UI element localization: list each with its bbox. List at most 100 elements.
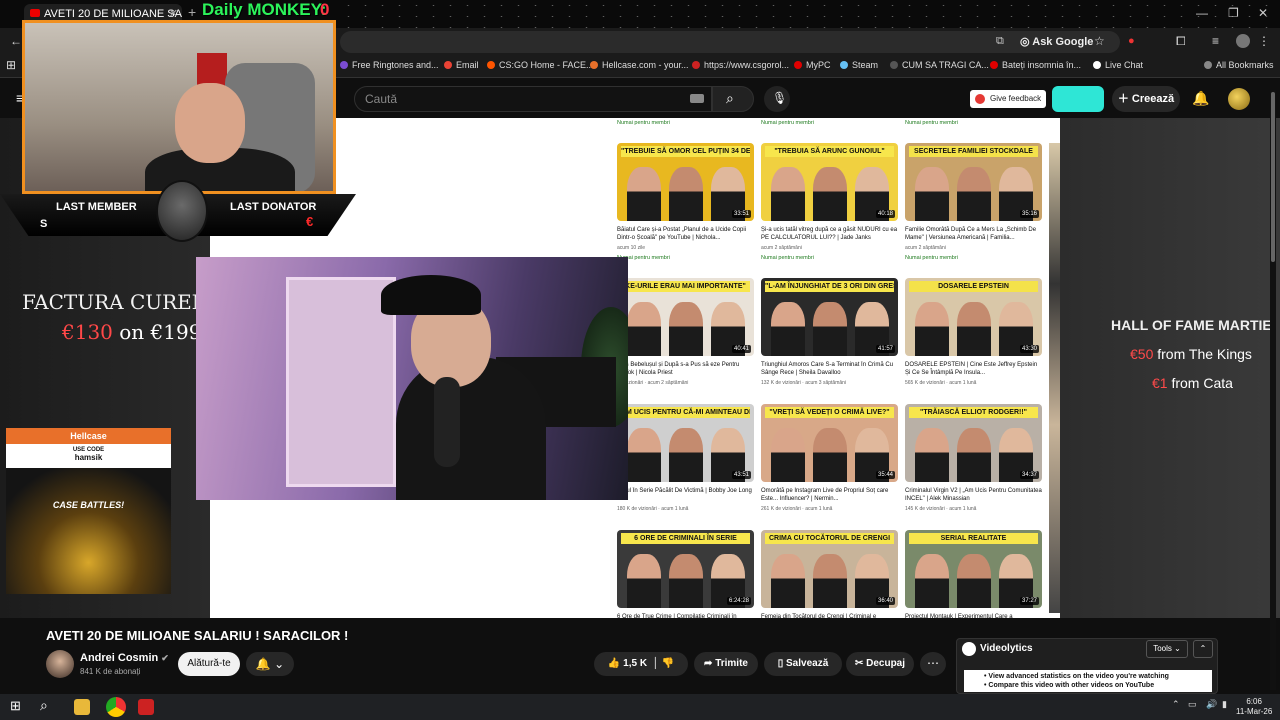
profile-avatar[interactable] (1236, 34, 1250, 48)
battery-icon[interactable]: ▮ (1222, 699, 1227, 710)
bookmark-star-icon[interactable]: ☆ (1094, 34, 1105, 48)
subscribed-bell-button[interactable]: 🔔 ⌄ (246, 652, 294, 676)
video-thumbnail[interactable]: "TREBUIE SĂ OMOR CEL PUȚIN 34 DE COPII" 3… (617, 143, 754, 221)
bookmark-item[interactable]: CUM SA TRAGI CA... (890, 60, 989, 70)
videolytics-tools-dropdown[interactable]: Tools ⌄ (1146, 640, 1188, 658)
video-title-link[interactable]: Ucis Bebelușul și După s-a Pus să eze Pe… (617, 361, 754, 377)
bookmark-item[interactable]: Email (444, 60, 479, 70)
video-card[interactable]: KE-URILE ERAU MAI IMPORTANTE" 40:41 Ucis B… (617, 278, 754, 386)
daily-monkey-value: 0 (320, 0, 330, 19)
menu-lines-icon[interactable]: ≡ (1212, 34, 1219, 48)
video-thumbnail[interactable]: DOSARELE EPSTEIN 43:30 (905, 278, 1042, 356)
video-title-link[interactable]: Proiectul Montauk | Experimentul Care a (905, 613, 1042, 629)
videolytics-feature-1: • View advanced statistics on the video … (984, 673, 1169, 680)
bookmark-item[interactable]: Hellcase.com - your... (590, 60, 689, 70)
bookmark-item[interactable]: Free Ringtones and... (340, 60, 439, 70)
taskbar-search-icon[interactable]: ⌕ (40, 697, 48, 714)
volume-icon[interactable]: 🔊 (1206, 699, 1217, 710)
video-card[interactable]: DOSARELE EPSTEIN 43:30 DOSARELE EPSTEIN | … (905, 278, 1042, 386)
bookmark-item[interactable]: Live Chat (1093, 60, 1143, 70)
bookmark-item[interactable]: Bateți insomnia în... (990, 60, 1081, 70)
close-window-icon[interactable]: ✕ (1258, 6, 1268, 20)
video-title-link[interactable]: Și-a ucis tatăl vitreg după ce a găsit N… (761, 226, 898, 242)
video-card[interactable]: 6 ORE DE CRIMINALI ÎN SERIE 6:24:28 6 Ore … (617, 530, 754, 632)
video-card[interactable]: SECRETELE FAMILIEI STOCKDALE 35:16 Familie… (905, 143, 1042, 251)
video-title-link[interactable]: Criminalul Virgin V2 | „Am Ucis Pentru C… (905, 487, 1042, 503)
video-thumbnail[interactable]: SERIAL REALITATE 37:27 (905, 530, 1042, 608)
create-button[interactable]: ＋ Creează (1112, 86, 1180, 112)
video-card[interactable]: "VREȚI SĂ VEDEȚI O CRIMĂ LIVE?" 35:44 Omor… (761, 404, 898, 512)
scrollbar-thumb[interactable] (1271, 92, 1275, 262)
video-thumbnail[interactable]: KE-URILE ERAU MAI IMPORTANTE" 40:41 (617, 278, 754, 356)
taskbar-clock[interactable]: 6:06 11-Mar-26 (1236, 697, 1272, 717)
hof-amount-2: €1 (1152, 375, 1168, 391)
bookmark-item[interactable]: https://www.csgorol... (692, 60, 789, 70)
give-feedback-button[interactable]: Give feedback (970, 90, 1046, 108)
video-meta: acum 2 săptămâni (905, 245, 946, 251)
video-card[interactable]: "TREBUIA SĂ ARUNC GUNOIUL" 40:18 Și-a ucis… (761, 143, 898, 251)
video-card[interactable]: "TREBUIE SĂ OMOR CEL PUȚIN 34 DE COPII" 3… (617, 143, 754, 251)
ask-google-button[interactable]: ◎ Ask Google (1020, 35, 1093, 48)
video-thumbnail[interactable]: "TREBUIA SĂ ARUNC GUNOIUL" 40:18 (761, 143, 898, 221)
cast-icon[interactable]: ⧉ (996, 35, 1004, 48)
kebab-menu-icon[interactable]: ⋮ (1258, 34, 1270, 48)
videolytics-header-button[interactable] (1052, 86, 1104, 112)
video-card[interactable]: "L-AM ÎNJUNGHIAT DE 3 ORI DIN GREȘEALĂ" 4… (761, 278, 898, 386)
video-duration: 35:44 (875, 471, 895, 479)
windows-start-icon[interactable]: ⊞ (10, 698, 21, 714)
network-icon[interactable]: ▭ (1188, 699, 1197, 710)
video-title-link[interactable]: Femeia din Tocătorul de Crengi | Crimina… (761, 613, 898, 629)
bookmark-item[interactable]: All Bookmarks (1204, 60, 1274, 70)
video-title-link[interactable]: Triunghiul Amoros Care S-a Terminat În C… (761, 361, 898, 377)
video-thumbnail[interactable]: 6 ORE DE CRIMINALI ÎN SERIE 6:24:28 (617, 530, 754, 608)
video-thumbnail[interactable]: "VREȚI SĂ VEDEȚI O CRIMĂ LIVE?" 35:44 (761, 404, 898, 482)
keyboard-icon[interactable] (690, 94, 704, 103)
account-avatar[interactable] (1228, 88, 1250, 110)
video-card[interactable]: AM UCIS PENTRU CĂ-MI AMINTEAU DE MAMA" 43… (617, 404, 754, 512)
video-title-link[interactable]: inalul În Serie Păcălit De Victimă | Bob… (617, 487, 754, 503)
video-thumbnail[interactable]: AM UCIS PENTRU CĂ-MI AMINTEAU DE MAMA" 43… (617, 404, 754, 482)
video-thumbnail[interactable]: CRIMA CU TOCĂTORUL DE CRENGI 36:40 (761, 530, 898, 608)
obs-app-icon[interactable] (138, 699, 154, 715)
clip-button[interactable]: ✂ Decupaj (846, 652, 914, 676)
bookmark-item[interactable]: CS:GO Home - FACE... (487, 60, 594, 70)
video-title-link[interactable]: DOSARELE EPSTEIN | Cine Este Jeffrey Eps… (905, 361, 1042, 377)
video-thumbnail[interactable]: SECRETELE FAMILIEI STOCKDALE 35:16 (905, 143, 1042, 221)
notifications-bell-icon[interactable]: 🔔 (1192, 90, 1209, 107)
thumbnail-banner-text: "TREBUIE SĂ OMOR CEL PUȚIN 34 DE COPII" (621, 146, 750, 157)
bookmark-favicon-icon (794, 61, 802, 69)
search-button[interactable]: ⌕ (712, 86, 754, 112)
more-actions-button[interactable]: ⋯ (920, 652, 946, 676)
channel-avatar[interactable] (46, 650, 74, 678)
puzzle-extensions-icon[interactable]: ⧠ (1176, 34, 1186, 49)
collapse-chevron-up-icon[interactable]: ⌃ (1193, 640, 1213, 658)
bookmark-item[interactable]: Steam (840, 60, 878, 70)
video-card[interactable]: SERIAL REALITATE 37:27 Proiectul Montauk |… (905, 530, 1042, 632)
thumbnail-person (915, 167, 949, 221)
back-arrow-icon[interactable]: ← (10, 34, 22, 48)
channel-name[interactable]: Andrei Cosmin ✔ (80, 652, 169, 664)
chrome-icon[interactable] (106, 697, 126, 717)
bookmark-item[interactable]: MyPC (794, 60, 831, 70)
like-dislike-group[interactable]: 👍 1,5 K │ 👎 (594, 652, 688, 676)
join-button[interactable]: Alătură-te (178, 652, 240, 676)
extension-icon[interactable]: ● (1128, 35, 1135, 47)
video-card[interactable]: "TRĂIASCĂ ELLIOT RODGER!!" 34:37 Criminalu… (905, 404, 1042, 512)
minimize-icon[interactable]: — (1196, 6, 1208, 20)
save-button[interactable]: ▯ Salvează (764, 652, 842, 676)
voice-search-button[interactable]: 🎙 (764, 86, 790, 112)
search-input[interactable]: Caută (354, 86, 712, 112)
video-title-link[interactable]: Familie Omorâtă După Ce a Mers La „Schim… (905, 226, 1042, 242)
restore-icon[interactable]: ❐ (1228, 6, 1239, 20)
video-card[interactable]: CRIMA CU TOCĂTORUL DE CRENGI 36:40 Femeia … (761, 530, 898, 632)
video-thumbnail[interactable]: "TRĂIASCĂ ELLIOT RODGER!!" 34:37 (905, 404, 1042, 482)
video-title-link[interactable]: Omorâtă pe Instagram Live de Propriul So… (761, 487, 898, 503)
file-explorer-icon[interactable] (74, 699, 90, 715)
video-thumbnail[interactable]: "L-AM ÎNJUNGHIAT DE 3 ORI DIN GREȘEALĂ" 4… (761, 278, 898, 356)
video-title-link[interactable]: Băiatul Care și-a Postat „Planul de a Uc… (617, 226, 754, 242)
share-button[interactable]: ➦ Trimite (694, 652, 758, 676)
video-title-link[interactable]: 6 Ore de True Crime | Compilație Crimina… (617, 613, 754, 629)
apps-grid-icon[interactable]: ⊞ (6, 58, 16, 72)
tray-chevron-up-icon[interactable]: ⌃ (1172, 699, 1180, 710)
new-tab-button[interactable]: + (188, 4, 196, 20)
